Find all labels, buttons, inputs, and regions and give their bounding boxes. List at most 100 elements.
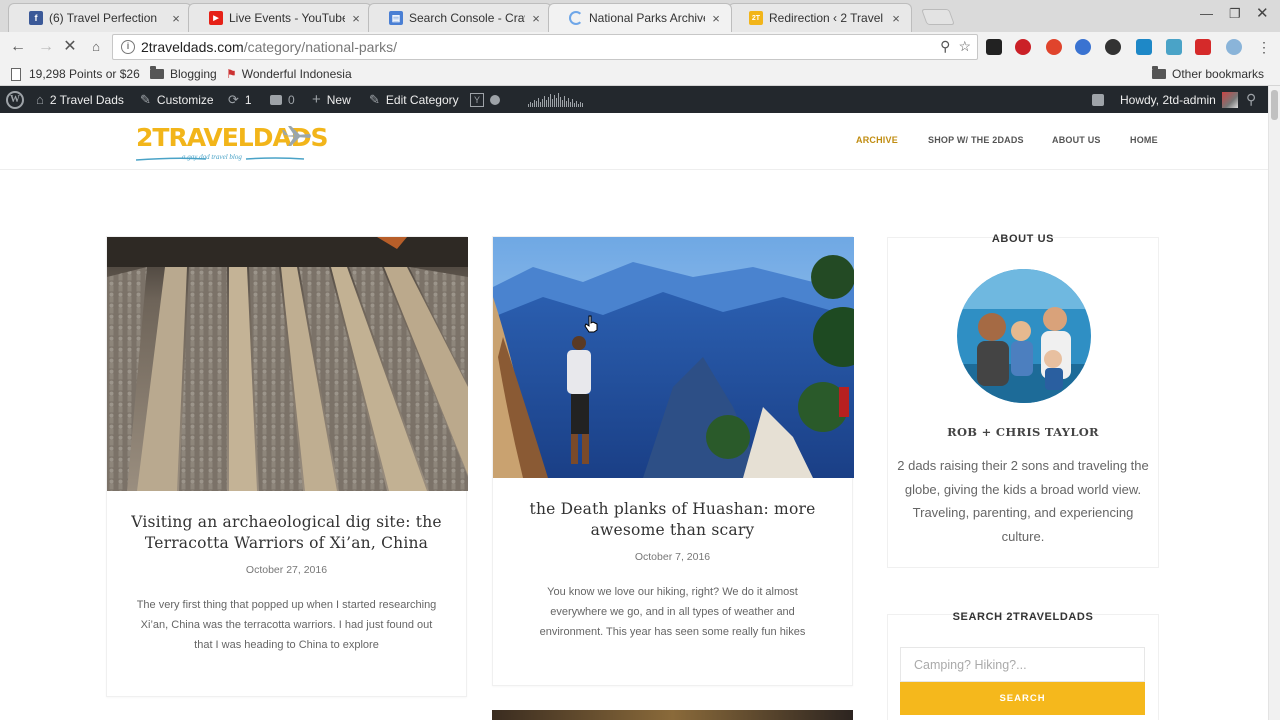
browser-tab[interactable]: ▶ Live Events - YouTube ×: [188, 3, 372, 32]
sparkline-bar: [548, 96, 549, 107]
new-tab-button[interactable]: [921, 9, 955, 25]
extension-icon[interactable]: [1136, 39, 1152, 55]
about-text: 2 dads raising their 2 sons and travelin…: [897, 458, 1149, 544]
stats-sparkline-icon: [528, 92, 583, 107]
admin-stats[interactable]: [528, 86, 583, 113]
flipboard-extension-icon[interactable]: [1195, 39, 1211, 55]
extension-icon[interactable]: [1226, 39, 1242, 55]
admin-edit-category[interactable]: ✎ Edit Category: [369, 86, 459, 113]
sparkline-bar: [532, 102, 533, 107]
home-icon[interactable]: ⌂: [86, 37, 106, 57]
comments-count: 0: [288, 92, 295, 107]
nav-home[interactable]: HOME: [1130, 135, 1158, 145]
admin-comments[interactable]: 0: [270, 86, 295, 113]
admin-search[interactable]: ⚲: [1246, 86, 1256, 113]
sparkline-bar: [544, 95, 545, 107]
post-image-next[interactable]: [492, 710, 853, 720]
post-image-terracotta[interactable]: [107, 237, 468, 491]
post-card: the Death planks of Huashan: more awesom…: [492, 236, 854, 686]
admin-site-name[interactable]: ⌂ 2 Travel Dads: [36, 86, 124, 113]
maximize-icon[interactable]: ❐: [1229, 6, 1241, 22]
tab-title: National Parks Archives: [589, 11, 705, 25]
sparkline-bar: [542, 98, 543, 107]
address-bar[interactable]: i 2traveldads.com/category/national-park…: [112, 34, 978, 60]
bookmark-label: Blogging: [170, 67, 217, 81]
bookmark-item[interactable]: 19,298 Points or $26: [11, 65, 140, 83]
site-name-label: 2 Travel Dads: [49, 92, 124, 107]
status-dot-icon: [490, 94, 500, 105]
menu-icon[interactable]: ⋮: [1254, 37, 1274, 57]
extension-icon[interactable]: [1166, 39, 1182, 55]
scrollbar-thumb[interactable]: [1271, 90, 1278, 120]
about-name: ROB + CHRIS TAYLOR: [947, 425, 1099, 439]
bookmark-item[interactable]: ⚑ Wonderful Indonesia: [226, 65, 352, 83]
close-tab-icon[interactable]: ×: [349, 11, 363, 26]
yoast-icon: Y: [470, 92, 484, 107]
site-logo[interactable]: 2TRAVELDADS a gay dad travel blog: [136, 123, 329, 163]
about-photo: [957, 269, 1091, 403]
sparkline-bar: [570, 101, 571, 107]
close-tab-icon[interactable]: ×: [709, 11, 723, 26]
info-icon[interactable]: i: [121, 40, 135, 54]
sparkline-bar: [554, 94, 555, 107]
stop-loading-icon[interactable]: ✕: [60, 37, 80, 57]
sparkline-bar: [562, 99, 563, 107]
wordpress-menu[interactable]: W: [6, 86, 24, 113]
admin-notifications[interactable]: [1092, 86, 1104, 113]
dashboard-icon: ⌂: [36, 92, 44, 107]
sparkline-bar: [552, 98, 553, 107]
close-tab-icon[interactable]: ×: [169, 11, 183, 26]
nav-about-us[interactable]: ABOUT US: [1052, 135, 1101, 145]
customize-label: Customize: [156, 92, 214, 107]
post-date: October 27, 2016: [245, 564, 328, 576]
minimize-icon[interactable]: —: [1200, 6, 1213, 21]
nav-shop[interactable]: SHOP W/ THE 2DADS: [928, 135, 1024, 145]
search-console-icon: ▤: [389, 11, 403, 25]
post-date: October 7, 2016: [634, 551, 711, 563]
facebook-icon: f: [29, 11, 43, 25]
tab-title: Redirection ‹ 2 Travel Da: [769, 11, 885, 25]
close-window-icon[interactable]: ✕: [1256, 4, 1269, 22]
back-icon[interactable]: ←: [8, 37, 28, 57]
sparkline-bar: [560, 96, 561, 107]
admin-customize[interactable]: ✎ Customize: [140, 86, 214, 113]
extension-icon[interactable]: [1046, 39, 1062, 55]
browser-tab[interactable]: ▤ Search Console - Crawl E ×: [368, 3, 552, 32]
bookmark-star-icon[interactable]: ☆: [958, 38, 971, 55]
url-domain: 2traveldads.com: [141, 39, 244, 55]
buffer-extension-icon[interactable]: [986, 39, 1002, 55]
bookmark-label: 19,298 Points or $26: [29, 67, 140, 81]
pinterest-extension-icon[interactable]: [1015, 39, 1031, 55]
admin-updates[interactable]: ⟳ 1: [228, 86, 252, 113]
post-title[interactable]: Visiting an archaeological dig site: the…: [107, 512, 466, 554]
extension-icon[interactable]: [1075, 39, 1091, 55]
other-bookmarks-folder[interactable]: Other bookmarks: [1152, 65, 1264, 83]
browser-tab[interactable]: f (6) Travel Perfection ×: [8, 3, 192, 32]
admin-new[interactable]: + New: [312, 86, 351, 113]
sparkline-bar: [572, 98, 573, 107]
nav-archive[interactable]: ARCHIVE: [856, 135, 898, 145]
browser-tab-active[interactable]: National Parks Archives ×: [548, 3, 732, 32]
url-path: /category/national-parks/: [243, 39, 398, 55]
post-excerpt: The very first thing that popped up when…: [136, 599, 437, 651]
zoom-search-icon[interactable]: ⚲: [940, 38, 950, 55]
search-button[interactable]: SEARCH: [900, 682, 1145, 715]
browser-tab-strip: f (6) Travel Perfection × ▶ Live Events …: [0, 0, 1280, 32]
close-tab-icon[interactable]: ×: [889, 11, 903, 26]
page-scrollbar[interactable]: [1268, 86, 1280, 720]
extension-icon[interactable]: [1105, 39, 1121, 55]
user-avatar: [1221, 91, 1238, 108]
post-image-huashan[interactable]: [493, 237, 854, 478]
bookmark-folder[interactable]: Blogging: [150, 65, 217, 83]
post-title[interactable]: the Death planks of Huashan: more awesom…: [493, 499, 852, 541]
close-tab-icon[interactable]: ×: [529, 11, 543, 26]
sparkline-bar: [566, 100, 567, 107]
bookmarks-bar: 19,298 Points or $26 Blogging ⚑ Wonderfu…: [0, 62, 1280, 86]
admin-yoast[interactable]: Y: [470, 86, 500, 113]
sparkline-bar: [582, 102, 583, 107]
admin-account[interactable]: Howdy, 2td-admin: [1120, 86, 1238, 113]
search-input[interactable]: [900, 647, 1145, 682]
forward-icon[interactable]: →: [36, 37, 56, 57]
flag-icon: ⚑: [226, 67, 237, 81]
browser-tab[interactable]: 2T Redirection ‹ 2 Travel Da ×: [728, 3, 912, 32]
